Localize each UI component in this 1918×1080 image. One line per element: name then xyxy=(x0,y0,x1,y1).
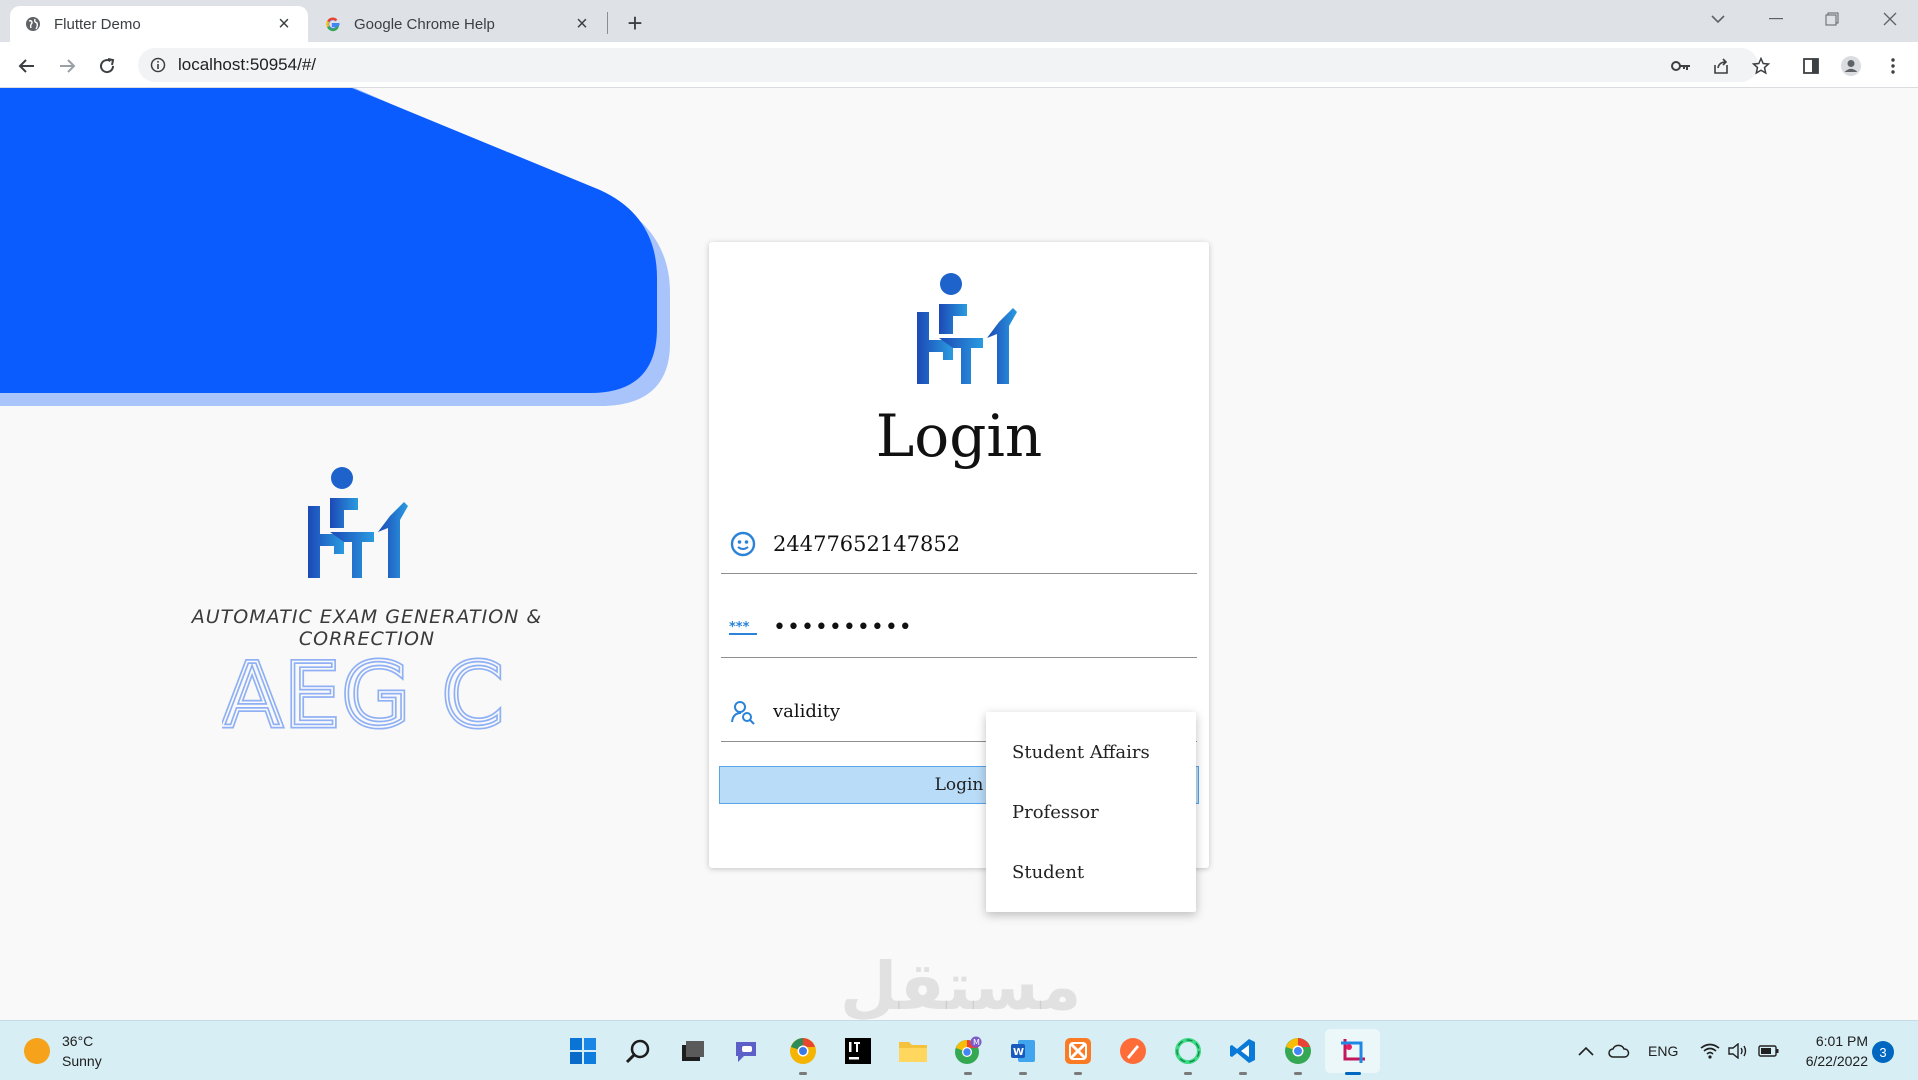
url-text: localhost:50954/#/ xyxy=(178,55,316,74)
weather-widget[interactable]: 36°C Sunny xyxy=(24,1031,102,1071)
chrome-icon[interactable] xyxy=(1270,1029,1325,1075)
role-option-professor[interactable]: Professor xyxy=(986,782,1196,842)
start-icon[interactable] xyxy=(555,1029,610,1073)
language-indicator[interactable]: ENG xyxy=(1648,1021,1678,1080)
profile-avatar-icon[interactable] xyxy=(1834,49,1868,83)
battery-icon[interactable] xyxy=(1758,1021,1780,1080)
close-tab-icon[interactable]: × xyxy=(572,13,592,35)
address-bar[interactable]: localhost:50954/#/ xyxy=(138,48,1758,82)
app-tagline: AUTOMATIC EXAM GENERATION & CORRECTION xyxy=(191,606,543,650)
password-field[interactable]: *** •••••••••• xyxy=(721,598,1197,658)
id-value: 24477652147852 xyxy=(773,531,961,556)
role-value: validity xyxy=(773,701,841,722)
id-field[interactable]: 24477652147852 xyxy=(721,514,1197,574)
svg-text:M: M xyxy=(973,1038,980,1047)
tab-title: Google Chrome Help xyxy=(354,15,495,33)
weather-temp: 36°C xyxy=(62,1033,94,1049)
role-option-student-affairs[interactable]: Student Affairs xyxy=(986,722,1196,782)
bookmark-star-icon[interactable] xyxy=(1744,49,1778,83)
password-asterisk-icon: *** xyxy=(723,620,763,636)
chrome-profile-icon[interactable]: M xyxy=(940,1029,995,1075)
teams-chat-icon[interactable] xyxy=(720,1029,775,1073)
aegc-wordmark: AEG C AEG C xyxy=(222,648,506,738)
acronym-inline: AEG C xyxy=(222,648,505,738)
forward-icon[interactable] xyxy=(50,49,84,83)
clock-time: 6:01 PM xyxy=(1815,1033,1868,1049)
tab-strip: Flutter Demo × Google Chrome Help × + xyxy=(0,0,1918,42)
site-info-icon[interactable] xyxy=(138,57,178,73)
svg-text:W: W xyxy=(1013,1047,1024,1058)
show-hidden-icons[interactable] xyxy=(1578,1021,1594,1080)
flutter-app-page: AUTOMATIC EXAM GENERATION & CORRECTION A… xyxy=(0,88,1918,1020)
back-icon[interactable] xyxy=(10,49,44,83)
onedrive-cloud-icon[interactable] xyxy=(1608,1021,1630,1080)
snipping-tool-icon[interactable] xyxy=(1325,1029,1380,1075)
intellij-icon[interactable] xyxy=(830,1029,885,1073)
role-dropdown-menu: Student Affairs Professor Student xyxy=(986,712,1196,912)
password-key-icon[interactable] xyxy=(1664,49,1698,83)
window-close-icon[interactable] xyxy=(1862,0,1918,38)
system-clock[interactable]: 6:01 PM 6/22/2022 xyxy=(1788,1031,1868,1071)
tab-flutter-demo[interactable]: Flutter Demo × xyxy=(10,6,308,42)
weather-condition: Sunny xyxy=(62,1053,102,1069)
clock-date: 6/22/2022 xyxy=(1805,1053,1868,1069)
watermark: مستقل xyxy=(840,948,1082,1020)
aegc-logo xyxy=(300,466,420,589)
globe-icon xyxy=(24,15,42,33)
task-view-icon[interactable] xyxy=(665,1029,720,1073)
sun-icon xyxy=(24,1038,50,1064)
login-title: Login xyxy=(875,402,1043,470)
blue-header-shape xyxy=(0,88,670,406)
tab-title: Flutter Demo xyxy=(54,15,141,33)
taskbar-apps: M W xyxy=(555,1029,1380,1075)
role-option-student[interactable]: Student xyxy=(986,842,1196,902)
search-icon[interactable] xyxy=(610,1029,665,1073)
id-face-icon xyxy=(723,531,763,557)
wifi-icon[interactable] xyxy=(1700,1021,1720,1080)
new-tab-button[interactable]: + xyxy=(620,8,650,38)
restore-icon[interactable] xyxy=(1804,0,1860,38)
windows-taskbar: 36°C Sunny M W ENG 6:01 PM 6/22/2022 3 xyxy=(0,1020,1918,1080)
google-g-icon xyxy=(324,15,342,33)
browser-toolbar: localhost:50954/#/ xyxy=(0,42,1918,88)
postman-icon[interactable] xyxy=(1105,1029,1160,1073)
tab-chrome-help[interactable]: Google Chrome Help × xyxy=(310,6,606,42)
notification-badge[interactable]: 3 xyxy=(1872,1041,1894,1063)
volume-icon[interactable] xyxy=(1728,1021,1748,1080)
svg-text:***: *** xyxy=(729,620,750,635)
user-search-icon xyxy=(723,699,763,725)
file-explorer-icon[interactable] xyxy=(885,1029,940,1073)
password-value: •••••••••• xyxy=(773,615,913,640)
side-panel-icon[interactable] xyxy=(1794,49,1828,83)
vscode-icon[interactable] xyxy=(1215,1029,1270,1075)
reload-icon[interactable] xyxy=(90,49,124,83)
chrome-canary-icon[interactable] xyxy=(775,1029,830,1075)
android-studio-icon[interactable] xyxy=(1160,1029,1215,1075)
close-tab-icon[interactable]: × xyxy=(274,13,294,35)
xampp-icon[interactable] xyxy=(1050,1029,1105,1075)
minimize-icon[interactable] xyxy=(1748,0,1804,38)
card-logo xyxy=(909,272,1029,395)
tab-separator xyxy=(607,12,608,34)
word-icon[interactable]: W xyxy=(995,1029,1050,1075)
tab-search-icon[interactable] xyxy=(1690,0,1746,38)
share-icon[interactable] xyxy=(1704,49,1738,83)
menu-kebab-icon[interactable] xyxy=(1876,49,1910,83)
